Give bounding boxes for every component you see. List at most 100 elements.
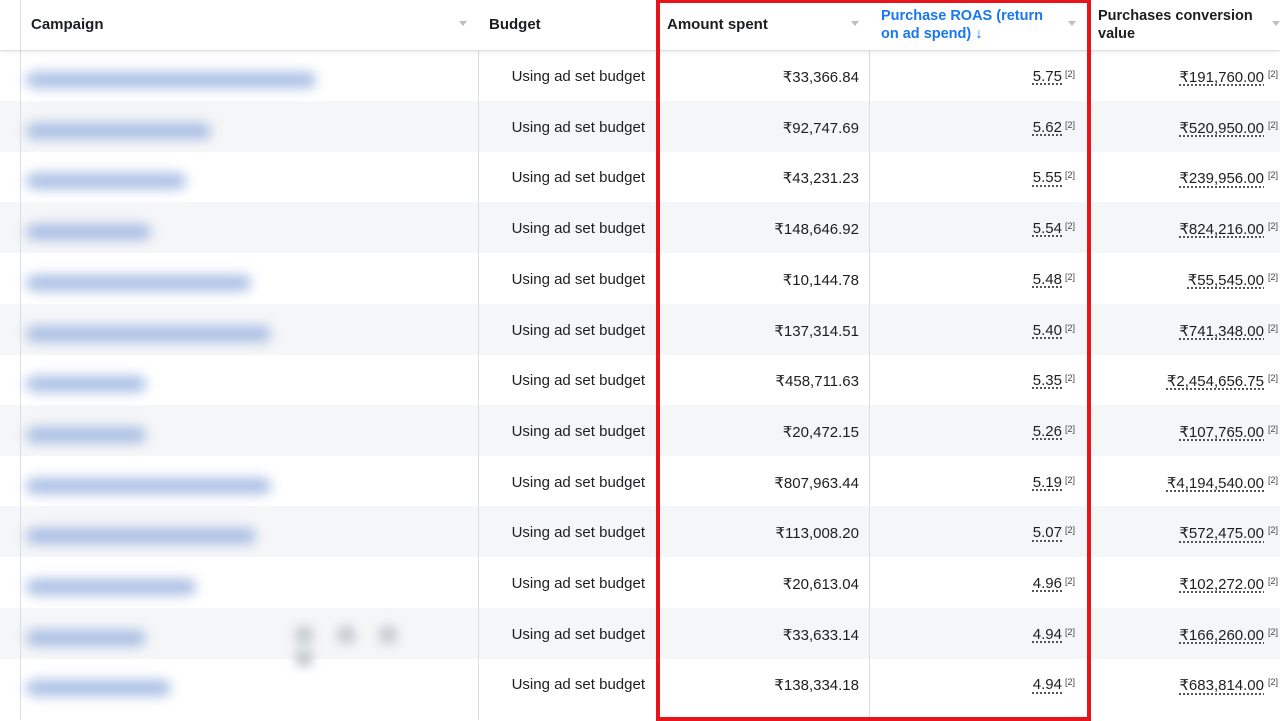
conversion-value-cell[interactable]: ₹683,814.00	[1092, 676, 1264, 694]
campaign-name-link[interactable]	[26, 629, 146, 646]
conversion-value-cell[interactable]: ₹166,260.00	[1092, 626, 1264, 644]
footnote-marker: [2]	[1065, 221, 1076, 232]
budget-cell: Using ad set budget	[511, 118, 645, 136]
conversion-value-cell[interactable]: ₹191,760.00	[1092, 68, 1264, 86]
table-header: Campaign Budget Amount spent Purchase RO…	[0, 0, 1280, 51]
roas-cell[interactable]: 4.96	[870, 575, 1062, 592]
amount-spent-cell: ₹138,334.18	[774, 677, 859, 695]
conversion-value-text[interactable]: ₹239,956.00	[1179, 170, 1264, 187]
roas-cell[interactable]: 4.94	[870, 626, 1062, 643]
campaign-name-link[interactable]	[26, 579, 196, 595]
footnote-marker: [2]	[1268, 69, 1279, 79]
conversion-value-cell[interactable]: ₹239,956.00	[1092, 169, 1264, 187]
footnote-marker: [2]	[1268, 271, 1279, 282]
footnote-marker: [2]	[1268, 525, 1279, 536]
chevron-down-icon[interactable]	[459, 21, 467, 26]
chevron-down-icon[interactable]	[1272, 21, 1280, 26]
footnote-marker: [2]	[1268, 119, 1279, 130]
column-header-purchase-roas[interactable]: Purchase ROAS (return on ad spend) ↓	[881, 0, 1061, 50]
footnote-marker: [2]	[1268, 626, 1279, 637]
campaign-name-link[interactable]	[26, 173, 186, 190]
conversion-value-text[interactable]: ₹572,475.00	[1179, 525, 1264, 542]
amount-spent-cell: ₹20,472.15	[782, 423, 859, 441]
conversion-value-text[interactable]: ₹166,260.00	[1179, 627, 1264, 644]
conversion-value-text[interactable]: ₹683,814.00	[1179, 677, 1264, 694]
footnote-marker: [2]	[1268, 221, 1279, 232]
conversion-value-cell[interactable]: ₹107,765.00	[1092, 423, 1264, 441]
column-divider	[20, 0, 21, 720]
campaign-name-link[interactable]	[26, 274, 251, 291]
roas-cell[interactable]: 4.94	[870, 676, 1062, 693]
conversion-value-cell[interactable]: ₹520,950.00	[1092, 119, 1264, 137]
budget-cell: Using ad set budget	[511, 169, 645, 187]
amount-spent-cell: ₹458,711.63	[775, 373, 859, 391]
footnote-marker: [2]	[1065, 69, 1076, 79]
amount-spent-cell: ₹807,963.44	[774, 474, 859, 492]
roas-cell[interactable]: 5.40	[870, 322, 1062, 339]
amount-spent-cell: ₹148,646.92	[774, 221, 859, 239]
budget-cell: Using ad set budget	[511, 473, 645, 491]
budget-cell: Using ad set budget	[511, 321, 645, 339]
campaign-name-link[interactable]	[26, 224, 151, 241]
column-header-purchases-conversion-value[interactable]: Purchases conversion value	[1098, 0, 1278, 50]
roas-cell[interactable]: 5.35	[870, 372, 1062, 389]
conversion-value-cell[interactable]: ₹741,348.00	[1092, 322, 1264, 340]
campaign-name-link[interactable]	[26, 426, 146, 443]
footnote-marker: [2]	[1268, 170, 1279, 181]
conversion-value-cell[interactable]: ₹2,454,656.75	[1092, 372, 1264, 390]
conversion-value-text[interactable]: ₹55,545.00	[1188, 272, 1264, 289]
column-divider	[869, 0, 870, 720]
roas-cell[interactable]: 5.75	[870, 68, 1062, 85]
row-action-buttons[interactable]	[295, 625, 455, 667]
conversion-value-text[interactable]: ₹102,272.00	[1179, 576, 1264, 593]
footnote-marker: [2]	[1268, 474, 1279, 485]
conversion-value-cell[interactable]: ₹572,475.00	[1092, 524, 1264, 542]
column-header-amount-spent[interactable]: Amount spent	[667, 0, 847, 50]
conversion-value-text[interactable]: ₹741,348.00	[1179, 323, 1264, 340]
column-header-budget[interactable]: Budget	[489, 0, 649, 50]
conversion-value-text[interactable]: ₹520,950.00	[1179, 120, 1264, 137]
conversion-value-text[interactable]: ₹2,454,656.75	[1167, 373, 1264, 390]
roas-cell[interactable]: 5.26	[870, 423, 1062, 440]
roas-cell[interactable]: 5.48	[870, 271, 1062, 288]
budget-cell: Using ad set budget	[511, 625, 645, 643]
footnote-marker: [2]	[1065, 677, 1076, 688]
campaign-name-link[interactable]	[26, 72, 316, 88]
roas-cell[interactable]: 5.07	[870, 524, 1062, 541]
chevron-down-icon[interactable]	[1068, 21, 1076, 26]
campaign-name-link[interactable]	[26, 680, 171, 697]
conversion-value-text[interactable]: ₹107,765.00	[1179, 424, 1264, 441]
conversion-value-cell[interactable]: ₹824,216.00	[1092, 220, 1264, 238]
column-divider	[1088, 0, 1089, 720]
footnote-marker: [2]	[1065, 119, 1076, 130]
amount-spent-cell: ₹113,008.20	[775, 525, 859, 543]
amount-spent-cell: ₹43,231.23	[782, 170, 859, 188]
budget-cell: Using ad set budget	[511, 270, 645, 288]
conversion-value-text[interactable]: ₹824,216.00	[1179, 221, 1264, 238]
budget-cell: Using ad set budget	[511, 422, 645, 440]
conversion-value-cell[interactable]: ₹4,194,540.00	[1092, 474, 1264, 492]
campaign-name-link[interactable]	[26, 325, 271, 342]
campaign-name-link[interactable]	[26, 528, 256, 545]
chevron-down-icon[interactable]	[851, 21, 859, 26]
sort-descending-label: on ad spend) ↓	[881, 26, 983, 42]
amount-spent-cell: ₹10,144.78	[782, 271, 859, 289]
conversion-value-cell[interactable]: ₹102,272.00	[1092, 575, 1264, 593]
conversion-value-cell[interactable]: ₹55,545.00	[1092, 271, 1264, 289]
header-checkbox-column	[0, 0, 21, 50]
roas-cell[interactable]: 5.54	[870, 220, 1062, 237]
conversion-value-text[interactable]: ₹4,194,540.00	[1167, 475, 1264, 492]
footnote-marker: [2]	[1268, 373, 1279, 384]
footnote-marker: [2]	[1065, 626, 1076, 637]
roas-cell[interactable]: 5.62	[870, 119, 1062, 136]
campaign-name-link[interactable]	[26, 477, 271, 494]
footnote-marker: [2]	[1268, 576, 1279, 586]
roas-cell[interactable]: 5.55	[870, 169, 1062, 186]
column-divider	[478, 0, 479, 720]
column-header-campaign[interactable]: Campaign	[31, 0, 471, 50]
roas-cell[interactable]: 5.19	[870, 474, 1062, 491]
campaign-name-link[interactable]	[26, 122, 211, 139]
campaign-name-link[interactable]	[26, 376, 146, 393]
footnote-marker: [2]	[1268, 423, 1279, 434]
conversion-value-text[interactable]: ₹191,760.00	[1179, 69, 1264, 86]
